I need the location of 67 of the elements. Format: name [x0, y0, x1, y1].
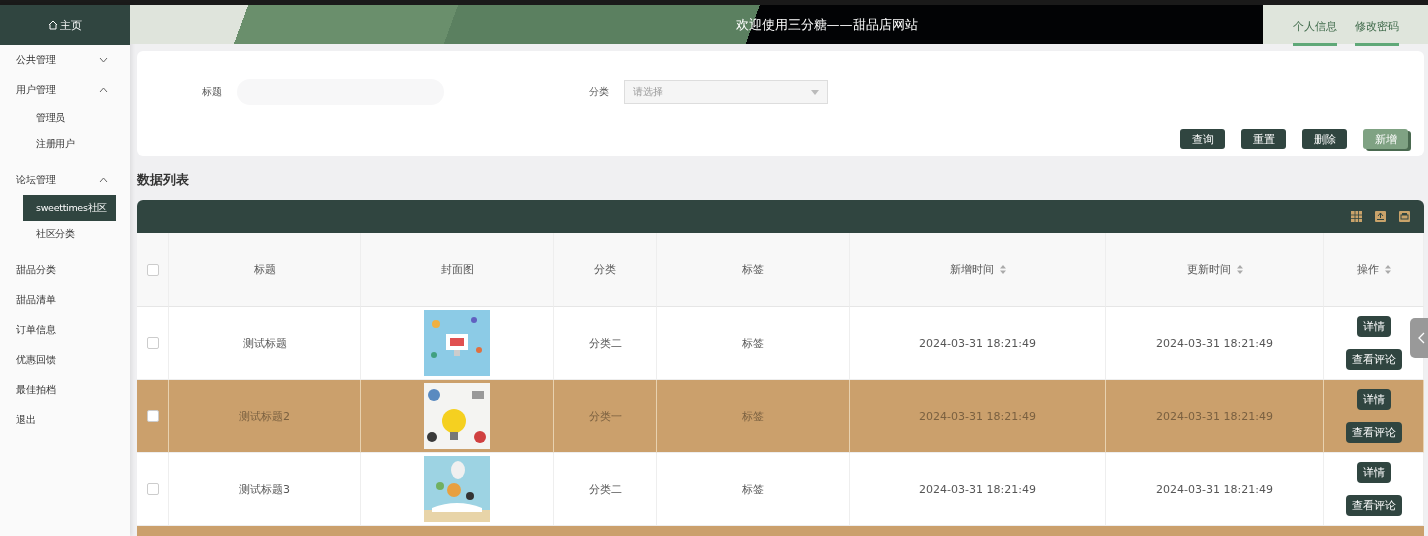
- print-icon[interactable]: [1399, 211, 1410, 222]
- home-link[interactable]: 主页: [0, 5, 130, 45]
- chevron-left-icon: [1417, 332, 1425, 344]
- column-header[interactable]: 操作: [1324, 233, 1424, 307]
- column-header[interactable]: 新增时间: [850, 233, 1106, 307]
- sidebar-item[interactable]: 甜品清单: [0, 285, 130, 315]
- sidebar-item[interactable]: 公共管理: [0, 45, 130, 75]
- row-action-button[interactable]: 查看评论: [1345, 349, 1402, 370]
- column-header[interactable]: 封面图: [361, 233, 554, 307]
- table-cell: 标签: [657, 307, 850, 380]
- chevron-down-icon: [99, 57, 108, 63]
- header-link[interactable]: 修改密码: [1354, 9, 1399, 46]
- table-cell: 2024-03-31 18:21:49: [850, 453, 1106, 526]
- section-title: 数据列表: [137, 171, 190, 189]
- action-button[interactable]: 删除: [1302, 129, 1347, 149]
- sidebar-item[interactable]: 退出: [0, 405, 130, 435]
- sidebar-subitem[interactable]: 社区分类: [23, 221, 116, 247]
- table-cell: 测试标题3: [169, 453, 361, 526]
- column-header[interactable]: 分类: [554, 233, 657, 307]
- select-all-checkbox[interactable]: [146, 263, 159, 276]
- header-link[interactable]: 个人信息: [1292, 9, 1337, 46]
- table-cell: 分类二: [554, 307, 657, 380]
- sidebar-subitem[interactable]: 注册用户: [23, 131, 116, 157]
- export-icon[interactable]: [1375, 211, 1386, 222]
- collapse-handle[interactable]: [1410, 318, 1428, 358]
- sidebar-item[interactable]: 优惠回馈: [0, 345, 130, 375]
- row-action-button[interactable]: 详情: [1356, 316, 1391, 337]
- table-cell: 标签: [657, 453, 850, 526]
- column-header[interactable]: 标题: [169, 233, 361, 307]
- field-label: 标题: [201, 85, 223, 99]
- sort-icon[interactable]: [1236, 265, 1243, 274]
- table-cell: 标签: [657, 380, 850, 453]
- row-action-button[interactable]: 详情: [1356, 389, 1391, 410]
- sidebar-item[interactable]: 论坛管理: [0, 165, 130, 195]
- row-action-button[interactable]: 详情: [1356, 462, 1391, 483]
- sidebar-item[interactable]: 用户管理: [0, 75, 130, 105]
- sidebar-subitem[interactable]: sweettimes社区: [23, 195, 116, 221]
- action-button[interactable]: 查询: [1180, 129, 1225, 149]
- table-cell: 2024-03-31 18:21:49: [850, 307, 1106, 380]
- field-label: 分类: [588, 85, 610, 99]
- row-action-button[interactable]: 查看评论: [1345, 422, 1402, 443]
- sidebar-item[interactable]: 订单信息: [0, 315, 130, 345]
- sidebar-item[interactable]: 甜品分类: [0, 255, 130, 285]
- site-title: 欢迎使用三分糖——甜品店网站: [735, 15, 918, 34]
- table-cell: 2024-03-31 18:21:49: [1106, 453, 1324, 526]
- action-button[interactable]: 重置: [1241, 129, 1286, 149]
- column-header[interactable]: 标签: [657, 233, 850, 307]
- sort-icon[interactable]: [999, 265, 1006, 274]
- column-header[interactable]: 更新时间: [1106, 233, 1324, 307]
- sort-icon[interactable]: [1384, 265, 1391, 274]
- row-checkbox[interactable]: [146, 410, 159, 422]
- chevron-up-icon: [99, 87, 108, 93]
- row-checkbox[interactable]: [146, 337, 159, 349]
- table-cell: 2024-03-31 18:21:49: [850, 380, 1106, 453]
- sidebar-subitem[interactable]: 管理员: [23, 105, 116, 131]
- table-cell: 测试标题2: [169, 380, 361, 453]
- dropdown-icon: [811, 89, 819, 95]
- home-icon: [48, 20, 58, 30]
- table-cell: 分类二: [554, 453, 657, 526]
- grid-icon[interactable]: [1351, 211, 1362, 222]
- table-cell: 2024-03-31 18:21:49: [1106, 380, 1324, 453]
- row-checkbox[interactable]: [146, 483, 159, 495]
- sidebar-item[interactable]: 最佳拍档: [0, 375, 130, 405]
- table-cell: 2024-03-31 18:21:49: [1106, 307, 1324, 380]
- row-action-button[interactable]: 查看评论: [1345, 495, 1402, 516]
- table-cell: 测试标题: [169, 307, 361, 380]
- chevron-up-icon: [99, 177, 108, 183]
